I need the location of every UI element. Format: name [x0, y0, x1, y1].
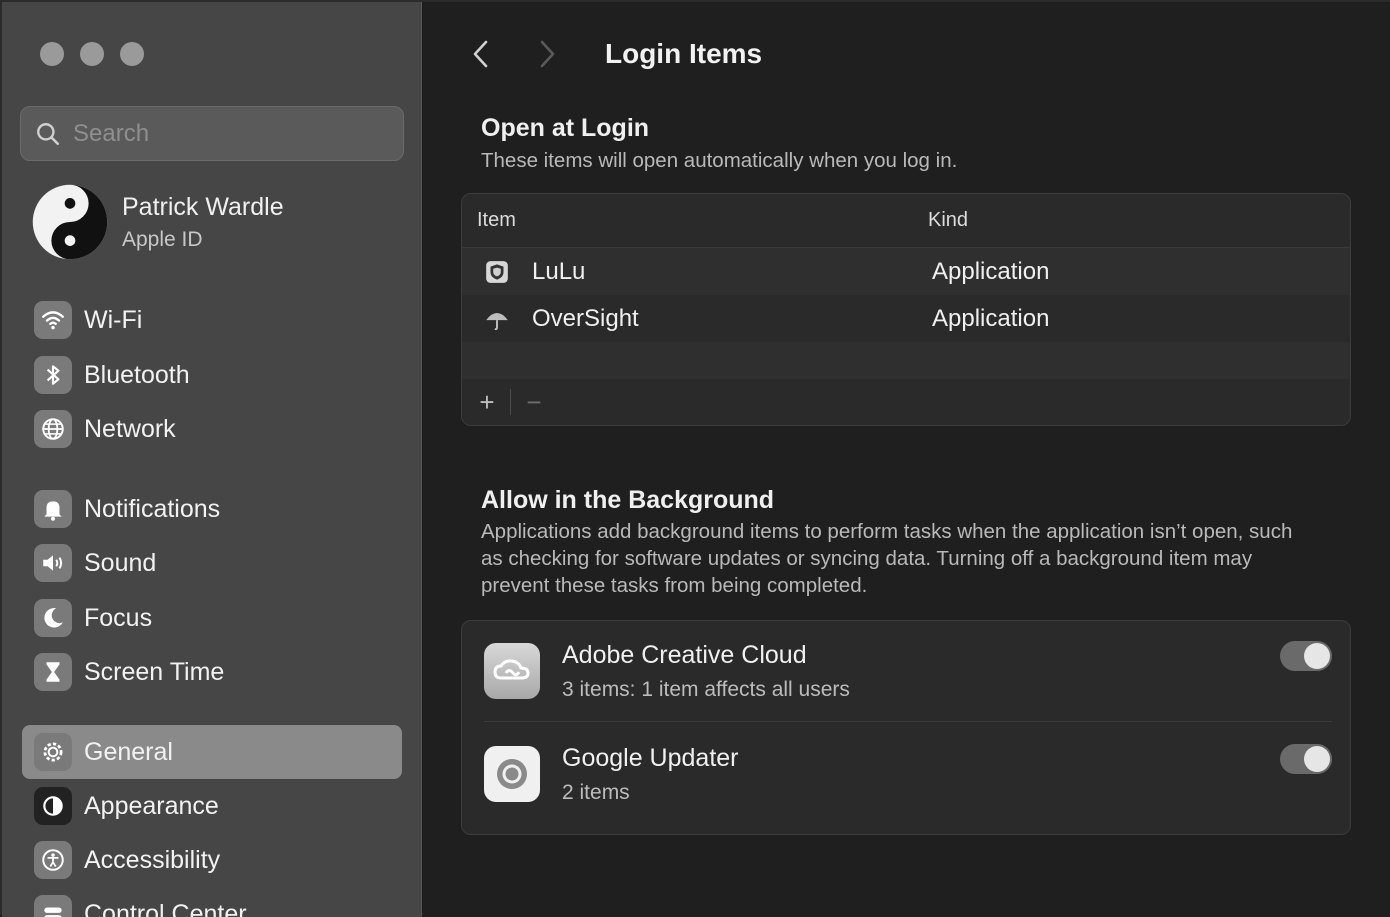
zoom-button[interactable] [120, 42, 144, 66]
chevron-left-icon [470, 39, 492, 69]
footer-separator [510, 389, 511, 415]
sidebar-item-focus[interactable]: Focus [22, 591, 402, 645]
minimize-button[interactable] [80, 42, 104, 66]
sidebar-item-bluetooth[interactable]: Bluetooth [22, 348, 402, 402]
sidebar-item-appearance[interactable]: Appearance [22, 779, 402, 833]
sidebar-item-label: Bluetooth [84, 361, 190, 390]
item-kind: Application [932, 258, 1049, 286]
add-item-button[interactable]: + [474, 387, 500, 418]
moon-icon [34, 599, 72, 637]
google-updater-icon [484, 746, 540, 802]
sidebar-item-sound[interactable]: Sound [22, 536, 402, 590]
list-item[interactable]: Adobe Creative Cloud 3 items: 1 item aff… [462, 621, 1350, 721]
sidebar-item-label: Focus [84, 604, 152, 633]
login-items-table: Item Kind LuLu Application OverSight [461, 193, 1351, 426]
toggle-google-updater[interactable] [1280, 744, 1332, 774]
item-name: LuLu [532, 258, 585, 286]
apple-id-account[interactable]: Patrick Wardle Apple ID [32, 184, 284, 260]
table-row[interactable]: OverSight Application [462, 295, 1350, 342]
table-footer: + − [462, 379, 1350, 425]
gear-icon [34, 733, 72, 771]
search-input[interactable] [73, 120, 373, 148]
speaker-icon [34, 544, 72, 582]
background-items-list: Adobe Creative Cloud 3 items: 1 item aff… [461, 620, 1351, 835]
background-item-name: Adobe Creative Cloud [562, 641, 850, 670]
wifi-icon [34, 301, 72, 339]
yin-yang-icon [32, 184, 108, 260]
bluetooth-icon [34, 356, 72, 394]
sidebar-item-label: Appearance [84, 792, 219, 821]
remove-item-button[interactable]: − [521, 387, 547, 418]
umbrella-icon [484, 306, 510, 332]
sidebar-item-label: Network [84, 415, 176, 444]
avatar [32, 184, 108, 260]
allow-background-title: Allow in the Background [481, 486, 774, 515]
forward-button[interactable] [529, 36, 565, 72]
hourglass-icon [34, 653, 72, 691]
table-body: LuLu Application OverSight Application [462, 248, 1350, 382]
back-button[interactable] [463, 36, 499, 72]
sidebar: Patrick Wardle Apple ID Wi-Fi Bluetooth … [2, 2, 422, 917]
account-name: Patrick Wardle [122, 193, 284, 222]
item-name: OverSight [532, 305, 639, 333]
creative-cloud-icon [484, 643, 540, 699]
open-at-login-title: Open at Login [481, 114, 649, 143]
table-row-empty [462, 342, 1350, 382]
close-button[interactable] [40, 42, 64, 66]
sidebar-item-accessibility[interactable]: Accessibility [22, 833, 402, 887]
bell-icon [34, 490, 72, 528]
main-content: Login Items Open at Login These items wi… [423, 2, 1390, 917]
sidebar-item-label: Sound [84, 549, 156, 578]
allow-background-description: Applications add background items to per… [481, 518, 1311, 599]
list-divider [484, 721, 1332, 722]
background-item-detail: 2 items [562, 781, 739, 805]
sidebar-item-screen-time[interactable]: Screen Time [22, 645, 402, 699]
globe-icon [34, 410, 72, 448]
settings-window: Patrick Wardle Apple ID Wi-Fi Bluetooth … [0, 0, 1390, 915]
sidebar-item-label: Accessibility [84, 846, 220, 875]
sidebar-item-network[interactable]: Network [22, 402, 402, 456]
background-item-name: Google Updater [562, 744, 739, 773]
sidebar-item-label: Screen Time [84, 658, 224, 687]
search-icon [35, 121, 61, 147]
sidebar-item-control-center[interactable]: Control Center [22, 887, 402, 917]
window-controls [40, 42, 144, 66]
page-title: Login Items [605, 38, 762, 70]
sidebar-item-label: General [84, 738, 173, 767]
table-header: Item Kind [462, 194, 1350, 248]
toggle-adobe-creative-cloud[interactable] [1280, 641, 1332, 671]
shield-icon [484, 259, 510, 285]
list-item[interactable]: Google Updater 2 items [462, 724, 1350, 824]
column-header-kind[interactable]: Kind [928, 209, 968, 232]
sidebar-item-notifications[interactable]: Notifications [22, 482, 402, 536]
sidebar-item-label: Notifications [84, 495, 220, 524]
sidebar-item-label: Wi-Fi [84, 306, 142, 335]
sidebar-item-general[interactable]: General [22, 725, 402, 779]
column-header-item[interactable]: Item [462, 209, 928, 232]
control-center-icon [34, 895, 72, 917]
appearance-icon [34, 787, 72, 825]
chevron-right-icon [536, 39, 558, 69]
item-kind: Application [932, 305, 1049, 333]
account-subtitle: Apple ID [122, 228, 284, 252]
open-at-login-description: These items will open automatically when… [481, 147, 1311, 174]
search-field[interactable] [20, 106, 404, 161]
sidebar-item-wifi[interactable]: Wi-Fi [22, 293, 402, 347]
sidebar-item-label: Control Center [84, 900, 247, 917]
accessibility-icon [34, 841, 72, 879]
background-item-detail: 3 items: 1 item affects all users [562, 678, 850, 702]
toolbar: Login Items [463, 32, 762, 76]
table-row[interactable]: LuLu Application [462, 248, 1350, 295]
